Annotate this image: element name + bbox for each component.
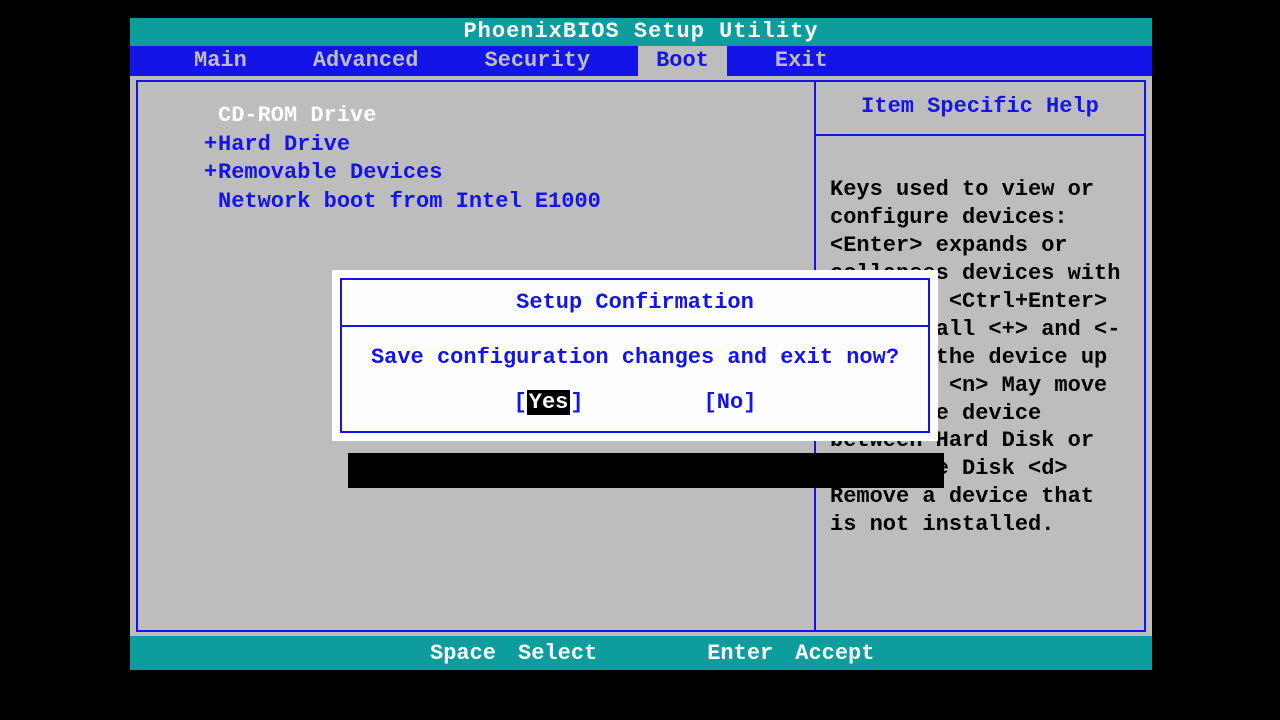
menu-exit[interactable]: Exit (757, 46, 846, 76)
confirmation-dialog: Setup Confirmation Save configuration ch… (332, 270, 938, 441)
footer-label-select: Select (518, 641, 597, 666)
footer-hint-accept: Enter Accept (707, 641, 874, 666)
menu-main[interactable]: Main (176, 46, 265, 76)
footer-key-enter: Enter (707, 641, 773, 666)
footer-key-space: Space (430, 641, 496, 666)
menu-security[interactable]: Security (466, 46, 608, 76)
footer-hint-select: Space Select (430, 641, 597, 666)
dialog-title: Setup Confirmation (342, 280, 928, 327)
menu-boot[interactable]: Boot (638, 46, 727, 76)
modal-shadow (348, 453, 944, 488)
boot-item-removable[interactable]: +Removable Devices (204, 159, 814, 188)
app-title: PhoenixBIOS Setup Utility (463, 19, 818, 44)
footer-label-accept: Accept (795, 641, 874, 666)
help-title: Item Specific Help (816, 82, 1144, 136)
title-bar: PhoenixBIOS Setup Utility (130, 18, 1152, 46)
dialog-message: Save configuration changes and exit now? (342, 327, 928, 376)
boot-item-harddrive[interactable]: +Hard Drive (204, 131, 814, 160)
boot-item-cdrom[interactable]: CD-ROM Drive (204, 102, 814, 131)
footer-bar: Space Select Enter Accept (130, 636, 1152, 670)
boot-item-network[interactable]: Network boot from Intel E1000 (204, 188, 814, 217)
menu-bar: Main Advanced Security Boot Exit (130, 46, 1152, 76)
yes-button[interactable]: [Yes] (514, 390, 584, 415)
menu-advanced[interactable]: Advanced (295, 46, 437, 76)
no-button[interactable]: [No] (704, 390, 757, 415)
